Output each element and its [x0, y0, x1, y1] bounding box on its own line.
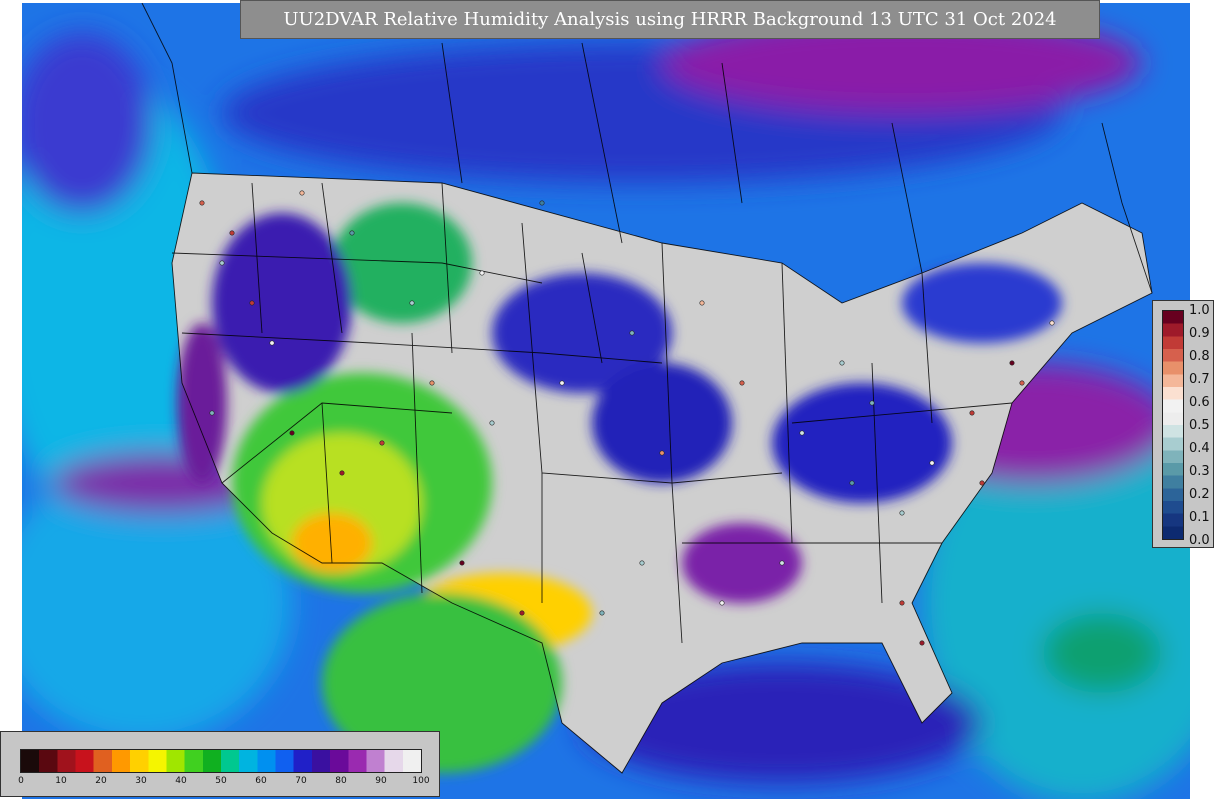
observation-colorbar-tick: 0.8 [1189, 349, 1210, 364]
observation-colorbar-tick: 0.1 [1189, 510, 1210, 525]
observation-colorbar-tick: 0.3 [1189, 464, 1210, 479]
relative-humidity-colorbar-tick: 40 [175, 776, 187, 786]
relative-humidity-colorbar-gradient [20, 749, 422, 773]
relative-humidity-colorbar-tick: 70 [295, 776, 307, 786]
observation-colorbar-tick: 0.7 [1189, 372, 1210, 387]
relative-humidity-colorbar-tick: 100 [412, 776, 430, 786]
relative-humidity-colorbar-tick: 0 [18, 776, 24, 786]
observation-colorbar-tick: 0.4 [1189, 441, 1210, 456]
map-title: UU2DVAR Relative Humidity Analysis using… [240, 0, 1100, 39]
observation-colorbar-tick: 0.5 [1189, 418, 1210, 433]
relative-humidity-colorbar-tick: 50 [215, 776, 227, 786]
relative-humidity-colorbar-tick: 10 [55, 776, 67, 786]
relative-humidity-colorbar-tick: 60 [255, 776, 267, 786]
relative-humidity-colorbar-tick: 30 [135, 776, 147, 786]
relative-humidity-colorbar-tick: 20 [95, 776, 107, 786]
observation-colorbar-tick: 0.6 [1189, 395, 1210, 410]
observation-colorbar-tick: 0.0 [1189, 533, 1210, 548]
observation-colorbar-tick: 0.9 [1189, 326, 1210, 341]
observation-colorbar-gradient [1162, 310, 1184, 540]
observation-colorbar-tick: 0.2 [1189, 487, 1210, 502]
observation-colorbar: 1.0 0.9 0.8 0.7 0.6 0.5 0.4 0.3 0.2 0.1 0.0 [1152, 300, 1214, 548]
relative-humidity-colorbar-tick: 80 [335, 776, 347, 786]
observation-colorbar-tick: 1.0 [1189, 303, 1210, 318]
relative-humidity-colorbar-tick: 90 [375, 776, 387, 786]
rh-analysis-map [22, 3, 1190, 799]
relative-humidity-colorbar: 0 10 20 30 40 50 60 70 80 90 100 [0, 731, 440, 797]
